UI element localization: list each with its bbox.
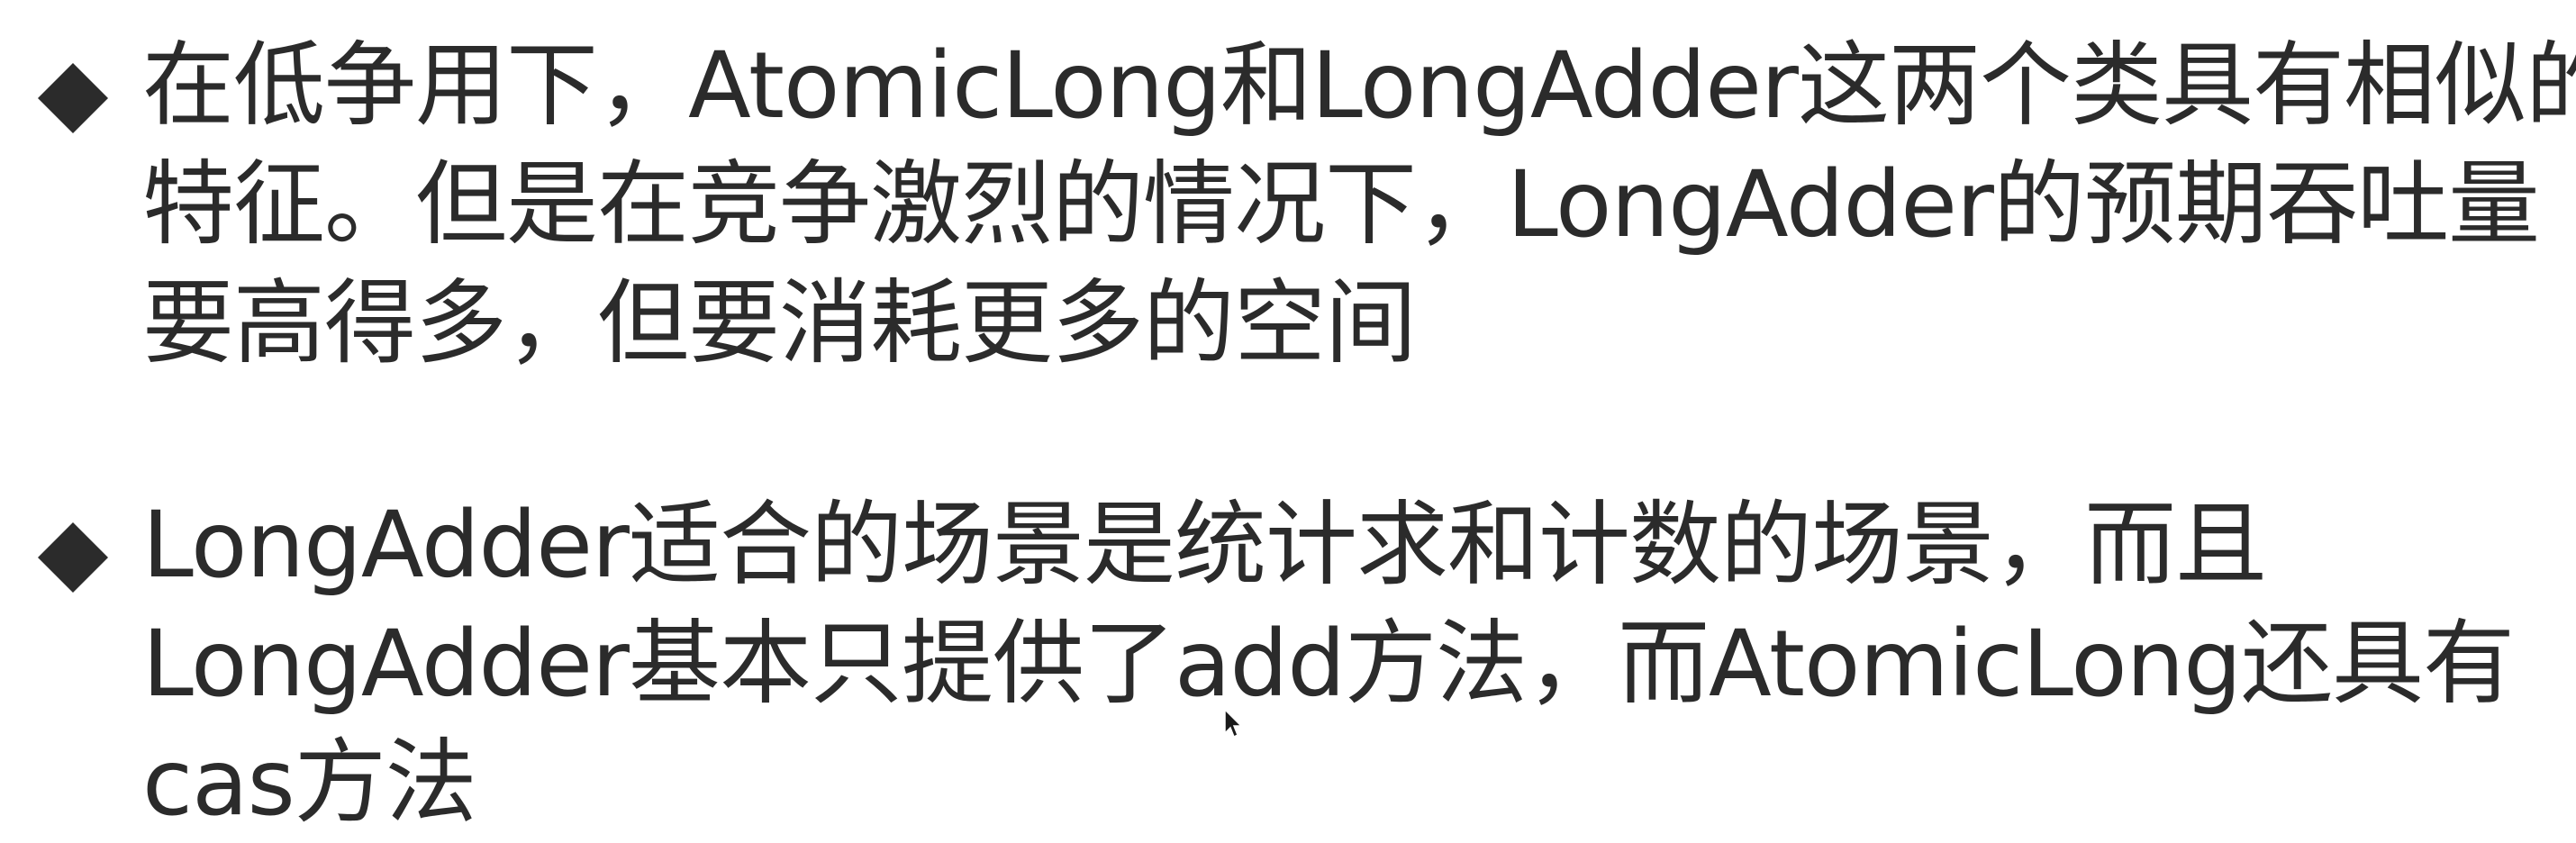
text-line: 要高得多，但要消耗更多的空间 [142, 270, 1417, 377]
diamond-bullet-icon [36, 521, 110, 594]
bullet-text: LongAdder适合的场景是统计求和计数的场景，而且 LongAdder基本只… [142, 486, 2520, 843]
diamond-bullet-icon [36, 61, 110, 135]
text-line: 特征。但是在竞争激烈的情况下，LongAdder的预期吞吐量 [142, 151, 2540, 258]
mouse-pointer-icon [1223, 708, 1243, 739]
text-line: LongAdder基本只提供了add方法，而AtomicLong还具有 [142, 611, 2515, 718]
text-line: cas方法 [142, 730, 477, 837]
bullet-text: 在低争用下，AtomicLong和LongAdder这两个类具有相似的 特征。但… [142, 27, 2576, 384]
text-line: LongAdder适合的场景是统计求和计数的场景，而且 [142, 492, 2267, 599]
slide-content: 在低争用下，AtomicLong和LongAdder这两个类具有相似的 特征。但… [0, 0, 2576, 839]
text-line: 在低争用下，AtomicLong和LongAdder这两个类具有相似的 [142, 32, 2576, 140]
